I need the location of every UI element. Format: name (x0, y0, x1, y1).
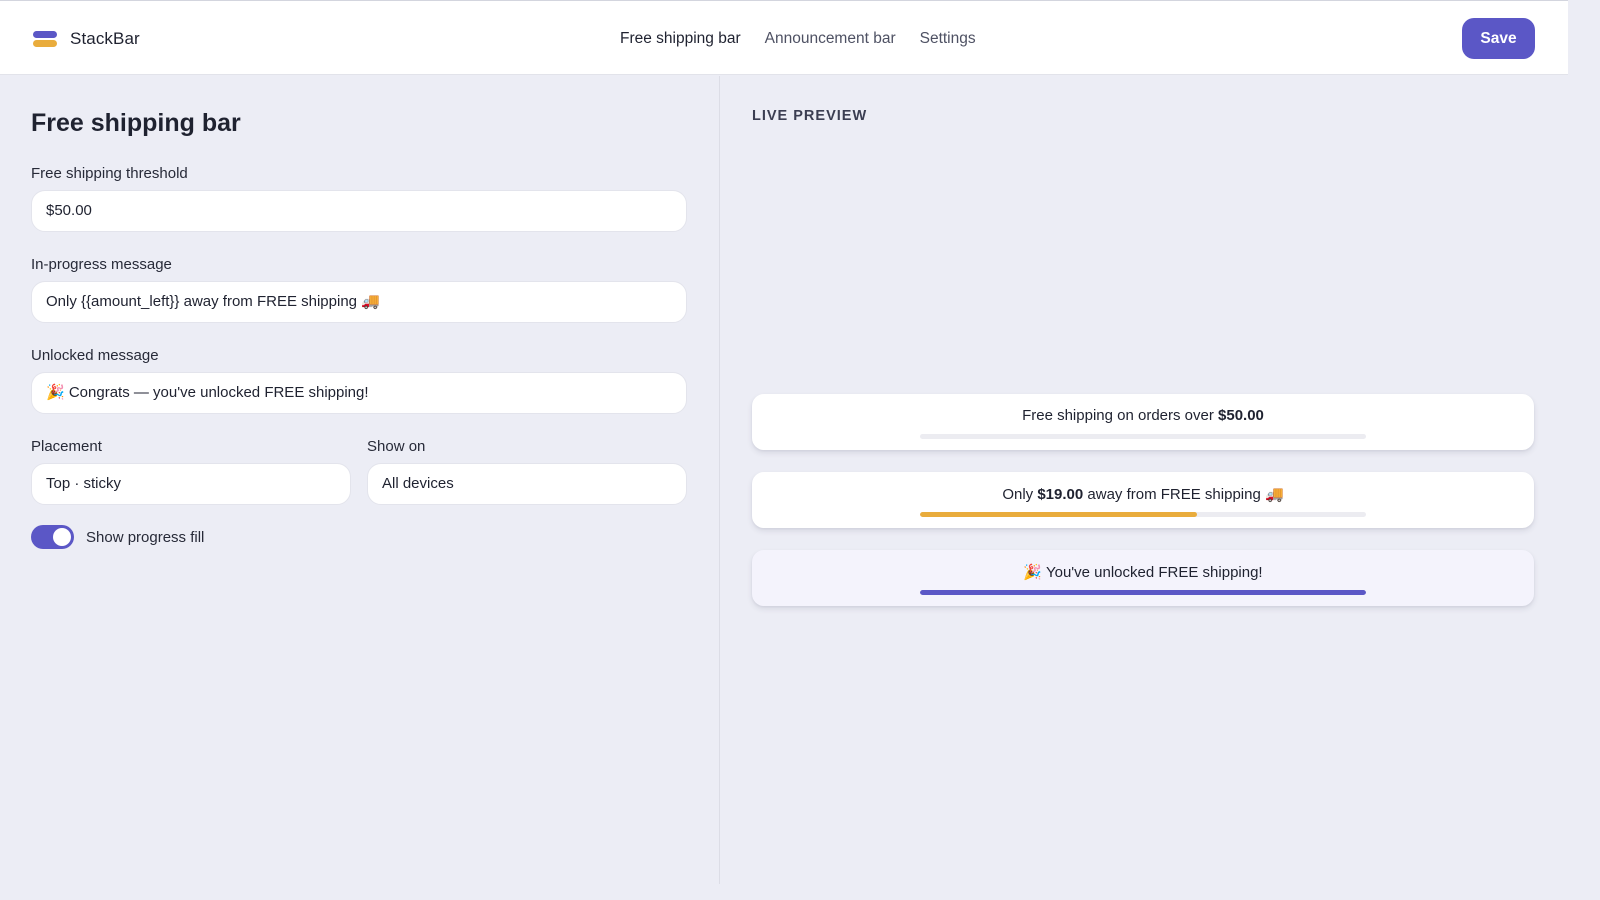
progress-fill-toggle[interactable] (31, 525, 74, 549)
nav-settings[interactable]: Settings (920, 30, 976, 48)
preview-bar-initial: Free shipping on orders over $50.00 (752, 394, 1534, 450)
progress-fill (920, 590, 1366, 595)
threshold-label: Free shipping threshold (31, 165, 188, 182)
main-nav: Free shipping bar Announcement bar Setti… (620, 30, 1000, 48)
preview-message: 🎉 You've unlocked FREE shipping! (1023, 564, 1263, 581)
preview-message: Only $19.00 away from FREE shipping 🚚 (1002, 486, 1284, 503)
top-header: StackBar Free shipping bar Announcement … (0, 1, 1568, 75)
progress-fill-toggle-label: Show progress fill (86, 528, 205, 546)
preview-message: Free shipping on orders over $50.00 (1022, 407, 1264, 424)
threshold-input[interactable]: $50.00 (31, 190, 687, 232)
toggle-knob (53, 528, 71, 546)
save-button[interactable]: Save (1462, 18, 1535, 59)
page-title: Free shipping bar (31, 109, 241, 137)
progress-fill-toggle-row: Show progress fill (31, 525, 204, 549)
preview-bar-in-progress: Only $19.00 away from FREE shipping 🚚 (752, 472, 1534, 528)
placement-select[interactable]: Top · sticky (31, 463, 351, 505)
in-progress-message-input[interactable]: Only {{amount_left}} away from FREE ship… (31, 281, 687, 323)
preview-bar-unlocked: 🎉 You've unlocked FREE shipping! (752, 550, 1534, 606)
unlocked-message-label: Unlocked message (31, 347, 159, 364)
nav-free-shipping-bar[interactable]: Free shipping bar (620, 30, 741, 48)
brand-name: StackBar (70, 29, 140, 48)
live-preview-label: LIVE PREVIEW (752, 108, 868, 124)
unlocked-message-input[interactable]: 🎉 Congrats — you've unlocked FREE shippi… (31, 372, 687, 414)
nav-announcement-bar[interactable]: Announcement bar (765, 30, 896, 48)
progress-fill (920, 512, 1197, 517)
panel-divider (719, 76, 720, 884)
stackbar-logo-icon (33, 29, 57, 49)
progress-track (920, 434, 1366, 439)
progress-track (920, 512, 1366, 517)
app-window: StackBar Free shipping bar Announcement … (0, 0, 1568, 884)
brand[interactable]: StackBar (33, 29, 140, 49)
placement-label: Placement (31, 438, 102, 455)
show-on-label: Show on (367, 438, 426, 455)
in-progress-message-label: In-progress message (31, 256, 172, 273)
progress-track (920, 590, 1366, 595)
show-on-select[interactable]: All devices (367, 463, 687, 505)
